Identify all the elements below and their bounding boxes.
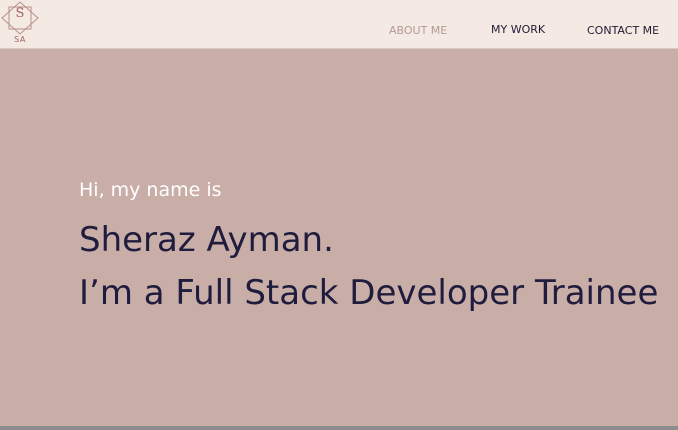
logo[interactable]: S SA [0, 0, 44, 48]
nav-my-work-link[interactable]: MY WORK [491, 23, 545, 36]
nav-contact-me-link[interactable]: CONTACT ME [587, 24, 659, 37]
nav-about-me-link[interactable]: ABOUT ME [389, 24, 447, 37]
top-navbar: S SA ABOUT ME MY WORK CONTACT ME [0, 0, 678, 49]
hero-role: I’m a Full Stack Developer Trainee [79, 273, 659, 313]
logo-letter: S [15, 6, 25, 21]
portfolio-page: S SA ABOUT ME MY WORK CONTACT ME Hi, my … [0, 0, 678, 430]
logo-subtitle: SA [14, 35, 26, 44]
hero-greeting: Hi, my name is [79, 179, 222, 201]
hero-name: Sheraz Ayman. [79, 220, 334, 260]
bottom-scroll-edge [0, 426, 678, 430]
